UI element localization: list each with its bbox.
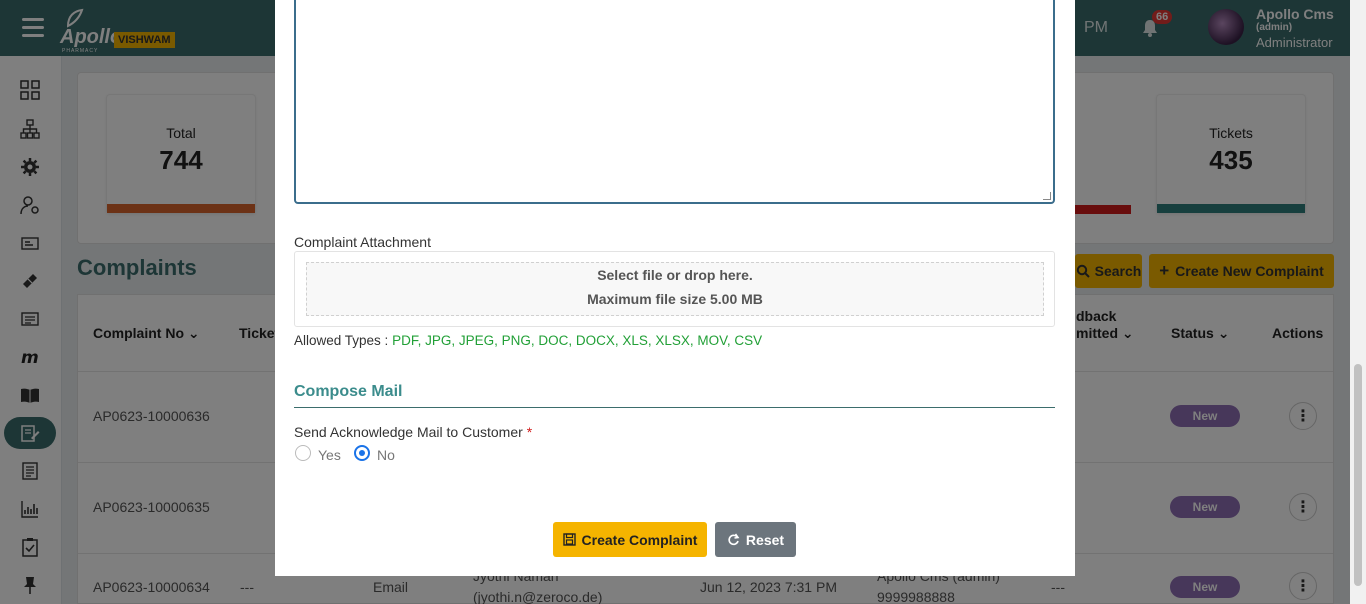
reset-label: Reset: [745, 531, 785, 548]
attachment-label: Complaint Attachment: [294, 234, 431, 250]
scrollbar-thumb[interactable]: [1354, 364, 1362, 586]
radio-yes[interactable]: [295, 445, 311, 461]
attachment-dropzone[interactable]: Select file or drop here. Maximum file s…: [294, 251, 1055, 327]
send-ack-label-text: Send Acknowledge Mail to Customer: [294, 424, 523, 440]
page-scrollbar[interactable]: [1350, 0, 1366, 604]
create-complaint-modal: Complaint Attachment Select file or drop…: [275, 0, 1075, 576]
dropzone-max-size: Maximum file size 5.00 MB: [587, 291, 763, 307]
allowed-types-list: PDF, JPG, JPEG, PNG, DOC, DOCX, XLS, XLS…: [392, 333, 763, 348]
save-icon: [562, 533, 576, 546]
section-divider: [294, 407, 1055, 408]
radio-yes-label[interactable]: Yes: [318, 447, 341, 463]
required-marker: *: [526, 424, 533, 440]
create-complaint-button[interactable]: Create Complaint: [553, 522, 707, 557]
radio-no-label[interactable]: No: [377, 447, 395, 463]
allowed-types-prefix: Allowed Types :: [294, 333, 389, 348]
resize-handle-icon[interactable]: [1043, 192, 1051, 200]
dropzone-instruction: Select file or drop here.: [597, 267, 753, 283]
radio-no[interactable]: [354, 445, 370, 461]
allowed-types-text: Allowed Types : PDF, JPG, JPEG, PNG, DOC…: [294, 333, 762, 348]
reset-button[interactable]: Reset: [715, 522, 796, 557]
refresh-icon: [728, 533, 740, 546]
complaint-description-textarea[interactable]: [294, 0, 1055, 204]
dropzone-area[interactable]: Select file or drop here. Maximum file s…: [306, 262, 1044, 316]
send-ack-label: Send Acknowledge Mail to Customer *: [294, 424, 532, 440]
compose-mail-title: Compose Mail: [294, 383, 403, 400]
create-complaint-label: Create Complaint: [581, 531, 698, 548]
